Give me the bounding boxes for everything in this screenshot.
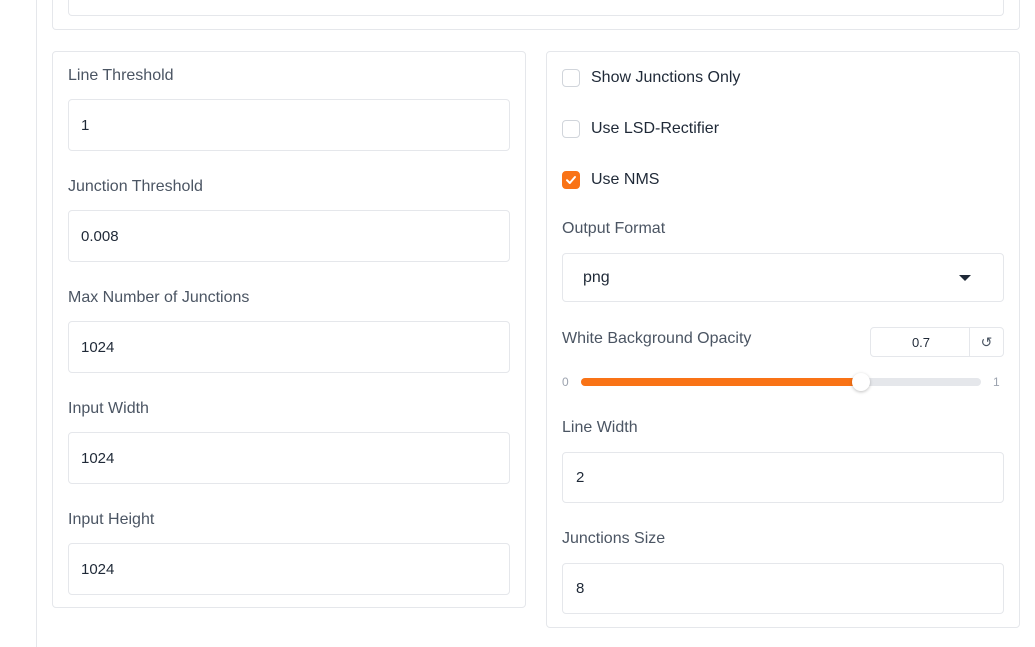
use-lsd-rectifier-checkbox[interactable] [562, 120, 580, 138]
show-junctions-only-label: Show Junctions Only [591, 69, 741, 86]
top-panel: s_p_ _p [52, 0, 1020, 30]
input-width-input[interactable]: 1024 [68, 432, 510, 484]
slider-min-label: 0 [562, 375, 569, 389]
line-threshold-label: Line Threshold [68, 67, 174, 84]
use-lsd-rectifier-label: Use LSD-Rectifier [591, 120, 720, 137]
use-nms-label: Use NMS [591, 171, 660, 188]
junction-threshold-input[interactable]: 0.008 [68, 210, 510, 262]
junctions-size-label: Junctions Size [562, 530, 666, 547]
show-junctions-only-checkbox-row[interactable]: Show Junctions Only [562, 67, 740, 89]
slider-max-label: 1 [993, 375, 1000, 389]
use-nms-checkbox[interactable] [562, 171, 580, 189]
use-lsd-rectifier-checkbox-row[interactable]: Use LSD-Rectifier [562, 118, 719, 140]
junctions-size-input[interactable]: 8 [562, 563, 1004, 614]
max-junctions-label: Max Number of Junctions [68, 289, 250, 306]
line-width-input[interactable]: 2 [562, 452, 1004, 503]
top-text-input[interactable]: s_p_ _p [68, 0, 1004, 16]
use-nms-checkbox-row[interactable]: Use NMS [562, 169, 659, 191]
slider-thumb[interactable] [852, 373, 870, 391]
white-bg-opacity-number-input[interactable]: 0.7 ↺ [870, 327, 1004, 357]
output-format-value: png [583, 268, 610, 286]
input-width-label: Input Width [68, 400, 149, 417]
show-junctions-only-checkbox[interactable] [562, 69, 580, 87]
page-left-divider [36, 0, 37, 647]
input-height-input[interactable]: 1024 [68, 543, 510, 595]
input-height-label: Input Height [68, 511, 155, 528]
output-format-select[interactable]: png [562, 253, 1004, 302]
max-junctions-input[interactable]: 1024 [68, 321, 510, 373]
line-threshold-input[interactable]: 1 [68, 99, 510, 151]
slider-fill [581, 378, 861, 386]
output-format-label: Output Format [562, 220, 666, 237]
white-bg-opacity-slider[interactable] [581, 373, 981, 391]
white-bg-opacity-label: White Background Opacity [562, 330, 752, 347]
line-width-label: Line Width [562, 419, 638, 436]
reset-icon[interactable]: ↺ [970, 328, 1003, 356]
white-bg-opacity-value[interactable]: 0.7 [871, 328, 970, 356]
checkmark-icon [566, 176, 576, 184]
dropdown-arrow-icon [959, 275, 971, 281]
junction-threshold-label: Junction Threshold [68, 178, 203, 195]
